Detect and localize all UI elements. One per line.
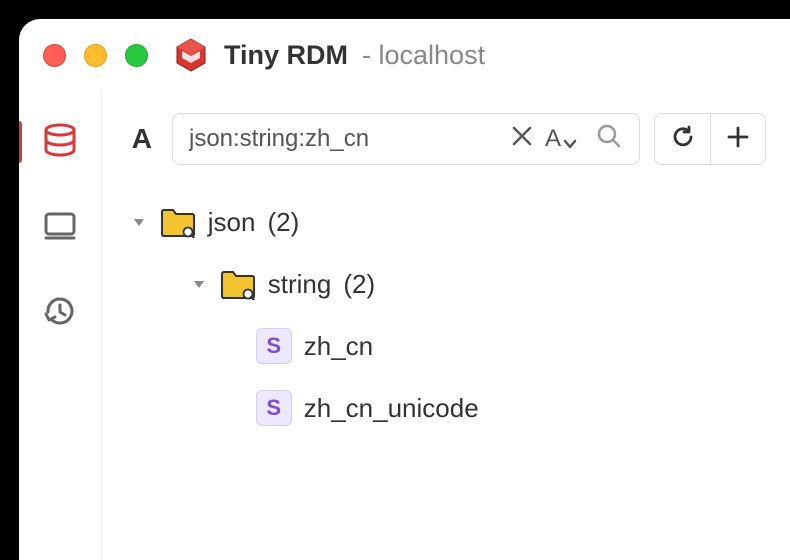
- toolbar-button-group: [654, 113, 766, 165]
- chevron-down-icon[interactable]: [130, 213, 148, 231]
- chevron-down-icon[interactable]: [190, 275, 208, 293]
- maximize-window-button[interactable]: [125, 44, 148, 67]
- key-label: zh_cn_unicode: [304, 393, 479, 424]
- folder-count: (2): [267, 207, 299, 238]
- sidebar-item-history[interactable]: [37, 291, 83, 337]
- tree-key-zh-cn-unicode[interactable]: S zh_cn_unicode: [130, 377, 766, 439]
- app-window: Tiny RDM - localhost: [18, 18, 790, 560]
- sidebar: [19, 91, 102, 560]
- app-title: Tiny RDM: [224, 40, 348, 71]
- add-button[interactable]: [710, 113, 766, 165]
- history-icon: [40, 292, 80, 337]
- close-window-button[interactable]: [43, 44, 66, 67]
- sidebar-item-server[interactable]: [37, 205, 83, 251]
- database-icon: [40, 120, 80, 165]
- titlebar: Tiny RDM - localhost: [19, 19, 790, 91]
- key-label: zh_cn: [304, 331, 373, 362]
- search-input[interactable]: [189, 125, 499, 153]
- tree-key-zh-cn[interactable]: S zh_cn: [130, 315, 766, 377]
- search-icon[interactable]: [595, 122, 623, 157]
- string-type-badge: S: [256, 328, 292, 364]
- minimize-window-button[interactable]: [84, 44, 107, 67]
- connection-label: - localhost: [362, 40, 485, 71]
- tree-folder-json[interactable]: json (2): [130, 191, 766, 253]
- sort-button[interactable]: A: [545, 125, 577, 153]
- tree-folder-string[interactable]: string (2): [130, 253, 766, 315]
- string-type-badge: S: [256, 390, 292, 426]
- app-logo-icon: [172, 36, 210, 74]
- folder-icon: [220, 268, 256, 300]
- toolbar: A A: [126, 113, 766, 165]
- refresh-button[interactable]: [654, 113, 710, 165]
- traffic-lights: [43, 44, 148, 67]
- key-tree: json (2) string (2): [126, 191, 766, 439]
- plus-icon: [724, 123, 752, 156]
- folder-icon: [160, 206, 196, 238]
- search-box[interactable]: A: [172, 113, 640, 165]
- clear-search-button[interactable]: [511, 125, 533, 154]
- folder-label: json: [208, 207, 256, 238]
- sort-letter: A: [545, 125, 561, 153]
- sidebar-item-database[interactable]: [37, 119, 83, 165]
- server-icon: [40, 206, 80, 251]
- main-area: A A: [19, 91, 790, 560]
- refresh-icon: [669, 123, 697, 156]
- folder-count: (2): [343, 269, 375, 300]
- content-panel: A A: [102, 91, 790, 560]
- filter-letter[interactable]: A: [126, 123, 158, 155]
- folder-label: string: [268, 269, 332, 300]
